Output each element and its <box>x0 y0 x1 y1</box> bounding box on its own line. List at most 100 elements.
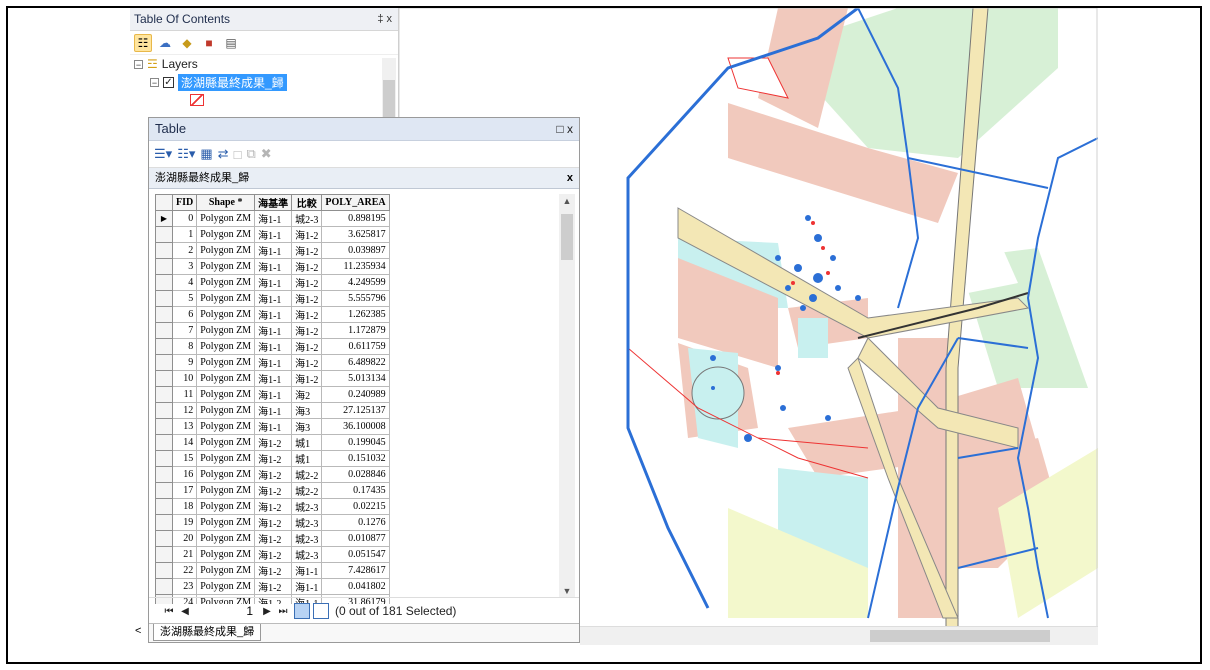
table-cell[interactable]: 0.199045 <box>321 434 390 451</box>
table-scroll-thumb[interactable] <box>561 214 573 260</box>
scroll-down-icon[interactable]: ▼ <box>559 586 575 596</box>
row-selector[interactable] <box>155 306 173 323</box>
table-cell[interactable]: 海1-2 <box>254 546 293 563</box>
table-cell[interactable]: Polygon ZM <box>196 482 256 499</box>
table-row[interactable]: 18 Polygon ZM 海1-2 城2-3 0.02215 <box>155 498 390 515</box>
table-cell[interactable]: Polygon ZM <box>196 370 256 387</box>
table-cell[interactable]: Polygon ZM <box>196 434 256 451</box>
table-cell[interactable]: 海1-2 <box>291 258 323 275</box>
row-selector[interactable] <box>155 274 173 291</box>
row-selector[interactable] <box>155 514 173 531</box>
tab-scroll-left-icon[interactable]: < <box>135 625 141 637</box>
table-cell[interactable]: 0.02215 <box>321 498 390 515</box>
table-cell[interactable]: Polygon ZM <box>196 530 256 547</box>
row-selector[interactable] <box>155 258 173 275</box>
next-record-icon[interactable]: ▶ <box>259 606 275 617</box>
table-cell[interactable]: 海1-1 <box>254 322 293 339</box>
table-cell[interactable]: 海1-1 <box>254 226 293 243</box>
related-tables-icon[interactable]: ☷▾ <box>177 146 195 162</box>
row-selector[interactable] <box>155 530 173 547</box>
copy-selected-icon[interactable]: ⧉ <box>246 146 255 162</box>
table-cell[interactable]: 36.100008 <box>321 418 390 435</box>
show-selected-records-button[interactable] <box>313 603 329 619</box>
table-cell[interactable]: 6 <box>171 306 198 323</box>
table-cell[interactable]: Polygon ZM <box>196 210 256 227</box>
table-cell[interactable]: 18 <box>171 498 198 515</box>
table-cell[interactable]: 0.041802 <box>321 578 390 595</box>
row-selector[interactable] <box>155 322 173 339</box>
table-cell[interactable]: 15 <box>171 450 198 467</box>
table-cell[interactable]: Polygon ZM <box>196 402 256 419</box>
table-cell[interactable]: 海1-1 <box>291 578 323 595</box>
row-selector[interactable] <box>155 418 173 435</box>
table-cell[interactable]: 5.555796 <box>321 290 390 307</box>
table-cell[interactable]: 1 <box>171 226 198 243</box>
row-selector[interactable] <box>155 450 173 467</box>
table-cell[interactable]: 0.898195 <box>321 210 390 227</box>
table-cell[interactable]: 城1 <box>291 450 323 467</box>
table-cell[interactable]: 海3 <box>291 418 323 435</box>
delete-selected-icon[interactable]: ✖ <box>261 146 272 162</box>
table-cell[interactable]: 海1-1 <box>254 418 293 435</box>
row-selector[interactable] <box>155 242 173 259</box>
column-header[interactable]: POLY_AREA <box>321 194 390 211</box>
table-cell[interactable]: Polygon ZM <box>196 386 256 403</box>
row-selector[interactable] <box>155 498 173 515</box>
table-row[interactable]: 2 Polygon ZM 海1-1 海1-2 0.039897 <box>155 242 390 259</box>
row-selector[interactable] <box>155 290 173 307</box>
table-row[interactable]: 11 Polygon ZM 海1-1 海2 0.240989 <box>155 386 390 403</box>
table-tab[interactable]: 澎湖縣最終成果_歸 <box>153 624 262 641</box>
attribute-grid[interactable]: FID Shape * 海基準 比較 POLY_AREA ▶ 0 Polygon ZM 海1-… <box>155 194 555 604</box>
table-cell[interactable]: 海1-2 <box>291 354 323 371</box>
table-row[interactable]: 13 Polygon ZM 海1-1 海3 36.100008 <box>155 418 390 435</box>
toc-close-button[interactable]: x <box>387 13 393 25</box>
table-cell[interactable]: 7.428617 <box>321 562 390 579</box>
list-by-visibility-icon[interactable]: ◆ <box>178 34 196 52</box>
table-cell[interactable]: Polygon ZM <box>196 322 256 339</box>
table-cell[interactable]: 海1-2 <box>254 530 293 547</box>
table-row[interactable]: 7 Polygon ZM 海1-1 海1-2 1.172879 <box>155 322 390 339</box>
table-cell[interactable]: 0.010877 <box>321 530 390 547</box>
table-cell[interactable]: 7 <box>171 322 198 339</box>
table-cell[interactable]: 4 <box>171 274 198 291</box>
table-cell[interactable]: 22 <box>171 562 198 579</box>
table-cell[interactable]: 8 <box>171 338 198 355</box>
table-cell[interactable]: 海1-2 <box>291 226 323 243</box>
column-header[interactable]: 海基準 <box>254 194 293 211</box>
table-row[interactable]: 17 Polygon ZM 海1-2 城2-2 0.17435 <box>155 482 390 499</box>
table-cell[interactable]: 14 <box>171 434 198 451</box>
table-cell[interactable]: Polygon ZM <box>196 546 256 563</box>
table-cell[interactable]: Polygon ZM <box>196 226 256 243</box>
table-cell[interactable]: Polygon ZM <box>196 258 256 275</box>
table-row[interactable]: 22 Polygon ZM 海1-2 海1-1 7.428617 <box>155 562 390 579</box>
attribute-table[interactable]: FID Shape * 海基準 比較 POLY_AREA ▶ 0 Polygon ZM 海1-… <box>155 194 390 604</box>
table-cell[interactable]: 海1-1 <box>254 306 293 323</box>
table-cell[interactable]: Polygon ZM <box>196 338 256 355</box>
table-cell[interactable]: 海1-1 <box>254 386 293 403</box>
row-selector[interactable] <box>155 338 173 355</box>
table-cell[interactable]: 11.235934 <box>321 258 390 275</box>
row-selector[interactable] <box>155 562 173 579</box>
table-cell[interactable]: 0.240989 <box>321 386 390 403</box>
toc-vertical-scrollbar[interactable] <box>382 58 396 124</box>
table-cell[interactable]: 12 <box>171 402 198 419</box>
table-row[interactable]: 19 Polygon ZM 海1-2 城2-3 0.1276 <box>155 514 390 531</box>
table-cell[interactable]: 0.611759 <box>321 338 390 355</box>
table-cell[interactable]: Polygon ZM <box>196 498 256 515</box>
row-selector[interactable] <box>155 226 173 243</box>
table-cell[interactable]: 0.051547 <box>321 546 390 563</box>
table-cell[interactable]: 海1-2 <box>254 578 293 595</box>
select-by-attributes-icon[interactable]: ▦ <box>200 146 212 162</box>
table-cell[interactable]: 3.625817 <box>321 226 390 243</box>
table-cell[interactable]: 海1-1 <box>254 354 293 371</box>
table-cell[interactable]: 0.17435 <box>321 482 390 499</box>
table-cell[interactable]: 5 <box>171 290 198 307</box>
table-cell[interactable]: 3 <box>171 258 198 275</box>
table-cell[interactable]: 21 <box>171 546 198 563</box>
table-cell[interactable]: 9 <box>171 354 198 371</box>
table-row[interactable]: 3 Polygon ZM 海1-1 海1-2 11.235934 <box>155 258 390 275</box>
row-selector[interactable] <box>155 370 173 387</box>
table-cell[interactable]: 海1-2 <box>254 434 293 451</box>
table-cell[interactable]: 海3 <box>291 402 323 419</box>
table-cell[interactable]: 0 <box>171 210 198 227</box>
